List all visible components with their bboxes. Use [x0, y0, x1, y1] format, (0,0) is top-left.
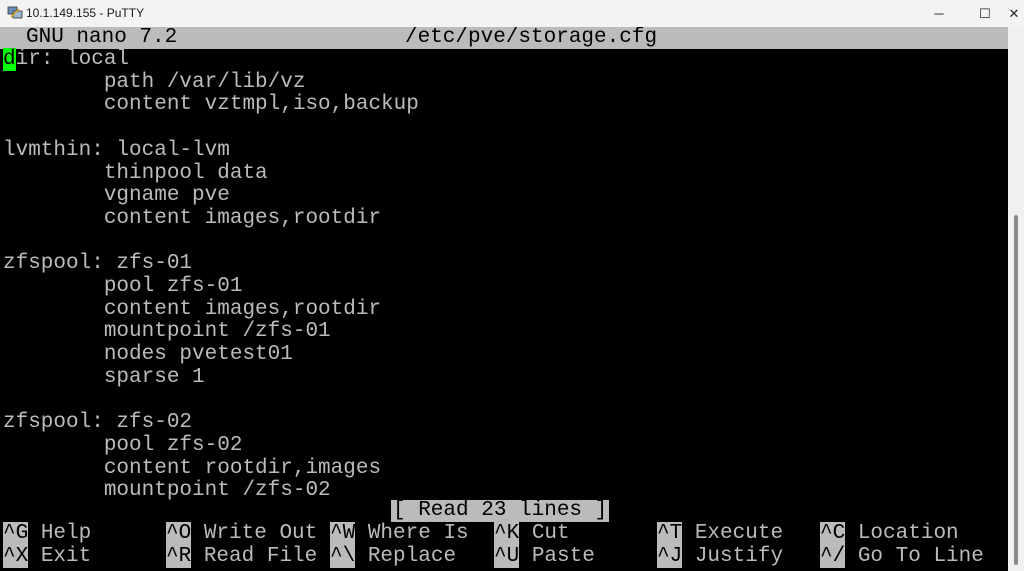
shortcut-read-file[interactable]: ^R Read File	[166, 544, 318, 568]
shortcut-key: ^W	[330, 522, 356, 545]
terminal-area[interactable]: GNU nano 7.2 /etc/pve/storage.cfg dir: l…	[0, 27, 1008, 571]
editor-line: path /var/lib/vz	[3, 70, 306, 94]
close-button[interactable]: ✕	[1004, 0, 1024, 27]
editor-line: lvmthin: local-lvm	[3, 138, 230, 162]
shortcut-label: Read File	[203, 544, 318, 568]
shortcut-paste[interactable]: ^U Paste	[494, 544, 595, 568]
shortcut-key: ^\	[330, 544, 356, 568]
shortcut-key: ^R	[166, 544, 192, 568]
nano-version: GNU nano 7.2	[26, 27, 178, 49]
maximize-button[interactable]: ☐	[962, 0, 1008, 27]
shortcut-label: Help	[40, 522, 92, 545]
shortcut-cut[interactable]: ^K Cut	[494, 522, 570, 545]
shortcut-where-is[interactable]: ^W Where Is	[330, 522, 469, 545]
editor-line: content vztmpl,iso,backup	[3, 93, 419, 117]
shortcut-key: ^C	[820, 522, 846, 545]
shortcut-key: ^U	[494, 544, 520, 568]
shortcut-justify[interactable]: ^J Justify	[657, 544, 784, 568]
editor-line: content images,rootdir	[3, 297, 382, 321]
shortcut-label: Where Is	[367, 522, 469, 545]
shortcut-label: Paste	[531, 544, 595, 568]
maximize-icon: ☐	[979, 5, 991, 21]
editor-line: mountpoint /zfs-01	[3, 320, 331, 344]
editor-line: zfspool: zfs-02	[3, 411, 193, 435]
window-titlebar: 10.1.149.155 - PuTTY ─ ☐ ✕	[0, 0, 1024, 27]
editor-line: content rootdir,images	[3, 456, 382, 480]
scrollbar-thumb[interactable]	[1014, 215, 1018, 565]
shortcut-label: Go To Line	[857, 544, 984, 568]
window-title: 10.1.149.155 - PuTTY	[26, 6, 145, 20]
shortcut-write-out[interactable]: ^O Write Out	[166, 522, 318, 545]
shortcut-go-to-line[interactable]: ^/ Go To Line	[820, 544, 984, 568]
shortcut-key: ^X	[3, 544, 29, 568]
shortcut-key: ^G	[3, 522, 29, 545]
status-message: [ Read 23 lines ]	[391, 499, 610, 522]
shortcut-label: Justify	[694, 544, 784, 568]
shortcut-key: ^J	[657, 544, 683, 568]
file-name: /etc/pve/storage.cfg	[405, 27, 658, 49]
close-icon: ✕	[1008, 5, 1020, 21]
nano-title-bar: GNU nano 7.2 /etc/pve/storage.cfg	[0, 27, 1008, 49]
editor-line: pool zfs-01	[3, 275, 243, 298]
shortcut-help[interactable]: ^G Help	[3, 522, 92, 545]
shortcut-label: Write Out	[203, 522, 318, 545]
shortcut-execute[interactable]: ^T Execute	[657, 522, 784, 545]
shortcut-key: ^T	[657, 522, 683, 545]
editor-line: mountpoint /zfs-02	[3, 479, 331, 503]
editor-line: nodes pvetest01	[3, 343, 293, 367]
minimize-button[interactable]: ─	[916, 0, 962, 27]
shortcut-label: Cut	[531, 522, 570, 545]
shortcut-key: ^O	[166, 522, 192, 545]
shortcut-exit[interactable]: ^X Exit	[3, 544, 92, 568]
editor-line: zfspool: zfs-01	[3, 252, 193, 276]
editor-line: content images,rootdir	[3, 206, 382, 230]
editor-line: pool zfs-02	[3, 433, 243, 457]
shortcut-replace[interactable]: ^\ Replace	[330, 544, 457, 568]
shortcut-key: ^/	[820, 544, 846, 568]
editor-line: sparse 1	[3, 365, 205, 389]
editor-line: thinpool data	[3, 161, 268, 185]
text-cursor: d	[3, 48, 16, 71]
shortcut-key: ^K	[494, 522, 520, 545]
minimize-icon: ─	[934, 6, 944, 21]
putty-icon	[7, 6, 23, 19]
shortcut-label: Location	[857, 522, 959, 545]
editor-line: vgname pve	[3, 184, 230, 208]
editor-line: dir: local	[3, 48, 130, 71]
shortcut-label: Replace	[367, 544, 457, 568]
shortcut-label: Execute	[694, 522, 784, 545]
shortcut-location[interactable]: ^C Location	[820, 522, 959, 545]
shortcut-label: Exit	[40, 544, 92, 568]
